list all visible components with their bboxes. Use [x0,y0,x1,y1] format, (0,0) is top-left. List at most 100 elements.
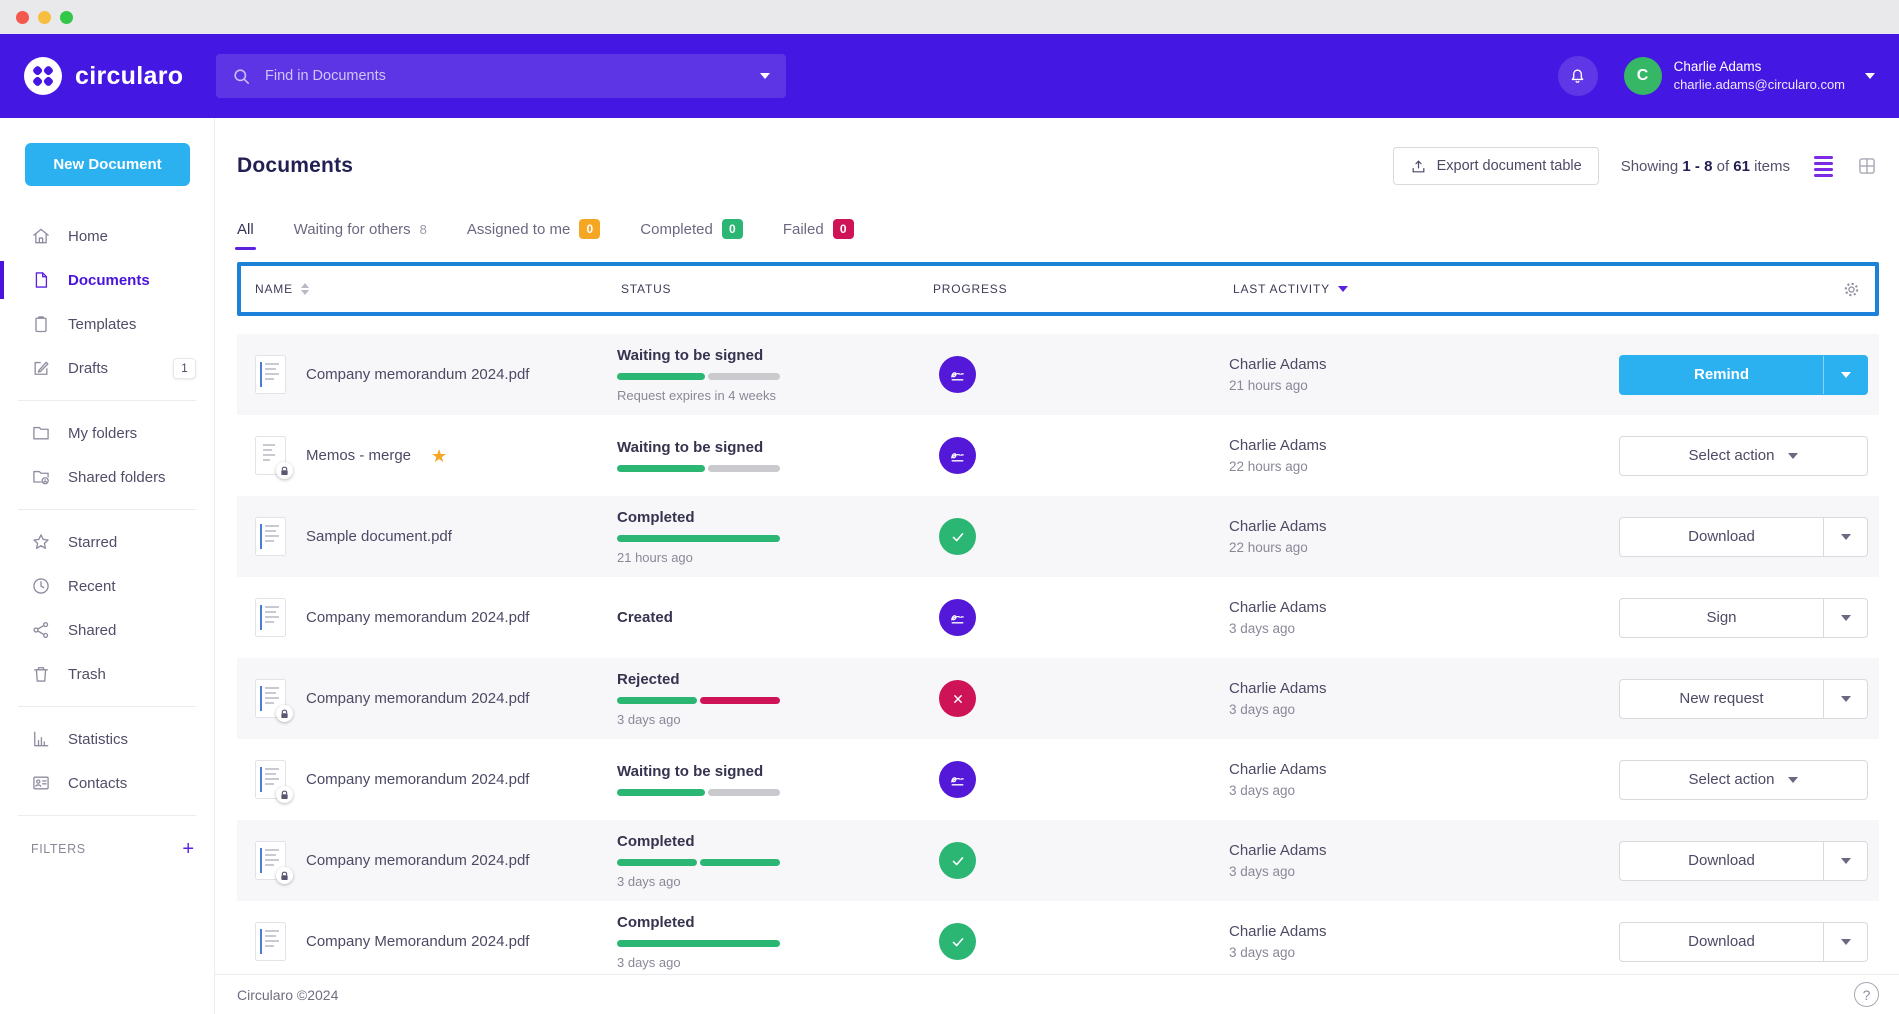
tab-waiting-for-others[interactable]: Waiting for others 8 [294,208,427,250]
document-name[interactable]: Company memorandum 2024.pdf [306,366,529,383]
window-close-button[interactable] [16,11,29,24]
user-menu[interactable]: C Charlie Adams charlie.adams@circularo.… [1624,57,1875,95]
progress-bar [617,859,780,866]
sidebar-item-shared-folders[interactable]: Shared folders [0,455,214,499]
list-view-button[interactable] [1812,154,1835,179]
table-row[interactable]: Company memorandum 2024.pdf Rejected 3 d… [237,658,1879,739]
download-button[interactable]: Download [1620,518,1823,556]
sidebar-item-home[interactable]: Home [0,214,214,258]
sidebar-item-label: Contacts [68,775,127,792]
document-name[interactable]: Company memorandum 2024.pdf [306,609,529,626]
tab-assigned-to-me[interactable]: Assigned to me 0 [467,208,600,250]
column-name: NAME [255,282,293,296]
select-action-button[interactable]: Select action [1620,761,1867,799]
tab-completed[interactable]: Completed 0 [640,208,743,250]
action-dropdown-button[interactable] [1823,518,1867,556]
sidebar-divider [18,815,196,816]
sidebar-item-starred[interactable]: Starred [0,520,214,564]
activity-time: 22 hours ago [1229,459,1619,474]
table-row[interactable]: Company memorandum 2024.pdf Waiting to b… [237,334,1879,415]
search-input[interactable] [263,67,748,85]
document-name[interactable]: Sample document.pdf [306,528,452,545]
sidebar-item-shared[interactable]: Shared [0,608,214,652]
table-settings-button[interactable] [1840,278,1863,301]
download-button[interactable]: Download [1620,923,1823,961]
window-zoom-button[interactable] [60,11,73,24]
sidebar-item-label: Drafts [68,360,108,377]
document-thumbnail [255,355,286,394]
sidebar-item-drafts[interactable]: Drafts 1 [0,346,214,390]
window-minimize-button[interactable] [38,11,51,24]
sidebar-item-recent[interactable]: Recent [0,564,214,608]
new-document-button[interactable]: New Document [25,143,190,186]
showing-total: 61 [1733,158,1750,175]
download-button[interactable]: Download [1620,842,1823,880]
brand-logo[interactable]: circularo [24,57,216,95]
showing-range: 1 - 8 [1682,158,1712,175]
sort-desc-icon[interactable] [1338,286,1348,292]
notifications-button[interactable] [1558,56,1598,96]
progress-bar [617,465,780,472]
sidebar-item-statistics[interactable]: Statistics [0,717,214,761]
status-subtext: Request expires in 4 weeks [617,388,889,403]
activity-time: 3 days ago [1229,702,1619,717]
table-row[interactable]: Company memorandum 2024.pdf Waiting to b… [237,739,1879,820]
sidebar-item-contacts[interactable]: Contacts [0,761,214,805]
action-dropdown-button[interactable] [1823,599,1867,637]
search-scope-caret-icon[interactable] [760,73,770,79]
sidebar-item-documents[interactable]: Documents [0,258,214,302]
signature-badge [939,356,976,393]
activity-user: Charlie Adams [1229,680,1619,697]
sidebar-divider [18,509,196,510]
global-search[interactable] [216,54,786,98]
table-row[interactable]: Sample document.pdf Completed 21 hours a… [237,496,1879,577]
action-dropdown-button[interactable] [1823,842,1867,880]
help-button[interactable]: ? [1854,982,1879,1007]
column-progress: PROGRESS [933,282,1007,296]
document-name[interactable]: Company memorandum 2024.pdf [306,690,529,707]
brand-name: circularo [75,62,183,91]
remind-button[interactable]: Remind [1620,356,1823,394]
document-name[interactable]: Company memorandum 2024.pdf [306,852,529,869]
table-row[interactable]: Company memorandum 2024.pdf Completed 3 … [237,820,1879,901]
lock-icon [276,705,293,722]
status-text: Created [617,609,889,626]
add-filter-button[interactable]: + [178,839,198,859]
document-thumbnail [255,760,286,799]
sidebar-item-templates[interactable]: Templates [0,302,214,346]
action-dropdown-button[interactable] [1823,923,1867,961]
completed-badge [939,842,976,879]
document-name[interactable]: Company memorandum 2024.pdf [306,771,529,788]
sidebar-item-my-folders[interactable]: My folders [0,411,214,455]
table-row[interactable]: Memos - merge ★ Waiting to be signed Cha… [237,415,1879,496]
star-icon [31,532,51,552]
action-dropdown-button[interactable] [1823,356,1867,394]
sidebar-item-trash[interactable]: Trash [0,652,214,696]
table-row[interactable]: Company memorandum 2024.pdf Created Char… [237,577,1879,658]
select-action-button[interactable]: Select action [1620,437,1867,475]
signature-badge [939,437,976,474]
document-thumbnail [255,436,286,475]
contact-card-icon [31,773,51,793]
document-name[interactable]: Memos - merge [306,447,411,464]
new-request-button[interactable]: New request [1620,680,1823,718]
sidebar-divider [18,706,196,707]
status-subtext: 3 days ago [617,874,889,889]
document-icon [31,270,51,290]
action-dropdown-button[interactable] [1823,680,1867,718]
tab-failed[interactable]: Failed 0 [783,208,854,250]
document-name[interactable]: Company Memorandum 2024.pdf [306,933,529,950]
export-document-table-button[interactable]: Export document table [1393,147,1599,185]
tab-all[interactable]: All [237,208,254,250]
sort-name-control[interactable] [301,283,309,295]
copyright-text: Circularo ©2024 [237,987,338,1003]
lock-icon [276,786,293,803]
grid-view-button[interactable] [1855,154,1879,178]
gear-icon [1842,280,1861,299]
bar-chart-icon [31,729,51,749]
table-row[interactable]: Company Memorandum 2024.pdf Completed 3 … [237,901,1879,982]
tab-count-badge: 0 [579,219,600,239]
sign-button[interactable]: Sign [1620,599,1823,637]
starred-icon[interactable]: ★ [431,447,447,465]
activity-time: 22 hours ago [1229,540,1619,555]
